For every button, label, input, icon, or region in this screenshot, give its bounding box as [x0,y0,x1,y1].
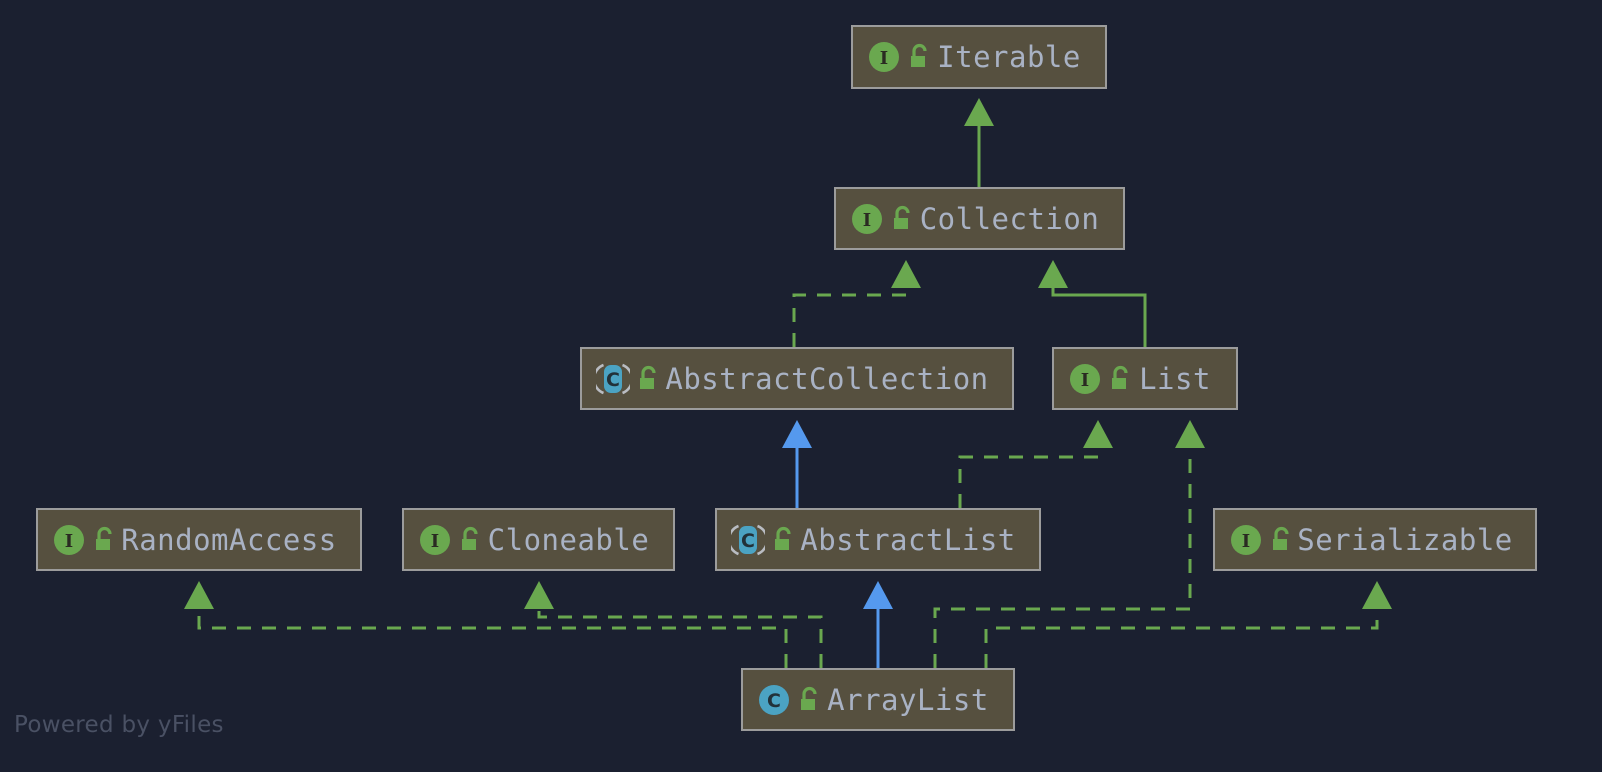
uml-node-label: ArrayList [827,682,989,717]
uml-node-abstractlist[interactable]: C AbstractList [715,508,1041,571]
uml-node-label: Cloneable [487,522,650,557]
edge-arrowhead-arraylist-to-serializable [1362,581,1392,609]
edge-arrowhead-abstractlist-to-abstractcollection [782,420,812,448]
unlocked-padlock-icon [1108,364,1134,394]
edge-line-list-to-collection [1051,288,1147,347]
unlocked-padlock-icon [458,525,484,555]
interface-icon: I [52,523,86,557]
edge-line-arraylist-to-randomaccess [197,609,788,668]
node-icon-group: I [418,523,484,557]
svg-text:C: C [741,530,755,552]
edge-arrowhead-abstractlist-to-list [1083,420,1113,448]
edge-arrowhead-arraylist-to-randomaccess [184,581,214,609]
uml-node-label: Collection [919,201,1100,236]
interface-icon: I [1229,523,1263,557]
edge-line-abstractcollection-to-collection [792,288,908,347]
uml-node-abstractcollection[interactable]: C AbstractCollection [580,347,1014,410]
edge-arrowhead-list-to-collection [1038,260,1068,288]
interface-icon: I [1068,362,1102,396]
class-icon: C [757,683,791,717]
svg-text:I: I [880,48,888,69]
node-icon-group: C [757,683,823,717]
edge-arrowhead-arraylist-to-abstractlist [863,581,893,609]
uml-node-label: Iterable [937,40,1081,74]
unlocked-padlock-icon [1269,525,1295,555]
edge-line-arraylist-to-serializable [984,609,1379,668]
svg-text:I: I [431,531,439,552]
uml-class-diagram: I Iterable I Collection C AbstractCollection I… [0,0,1602,772]
unlocked-padlock-icon [797,685,823,715]
svg-text:C: C [767,690,781,712]
uml-node-cloneable[interactable]: I Cloneable [402,508,675,571]
svg-text:I: I [863,210,871,231]
uml-node-label: AbstractCollection [665,361,989,396]
svg-text:I: I [65,531,73,552]
svg-text:C: C [606,369,620,391]
edge-line-arraylist-to-cloneable [537,609,823,668]
uml-node-randomaccess[interactable]: I RandomAccess [36,508,362,571]
uml-node-list[interactable]: I List [1052,347,1238,410]
uml-node-arraylist[interactable]: C ArrayList [741,668,1015,731]
unlocked-padlock-icon [92,525,118,555]
uml-node-label: List [1139,361,1211,396]
node-icon-group: I [850,202,916,236]
node-icon-group: I [1229,523,1295,557]
node-icon-group: I [1068,362,1134,396]
unlocked-padlock-icon [636,364,662,394]
edge-arrowhead-arraylist-to-cloneable [524,581,554,609]
interface-icon: I [418,523,452,557]
node-icon-group: C [596,362,662,396]
unlocked-padlock-icon [890,204,916,234]
svg-text:I: I [1081,370,1089,391]
edge-line-abstractlist-to-list [958,448,1100,508]
unlocked-padlock-icon [907,42,933,72]
edge-arrowhead-abstractcollection-to-collection [891,260,921,288]
interface-icon: I [867,40,901,74]
uml-node-collection[interactable]: I Collection [834,187,1125,250]
uml-node-label: Serializable [1297,522,1513,557]
svg-text:I: I [1242,531,1250,552]
interface-icon: I [850,202,884,236]
uml-node-serializable[interactable]: I Serializable [1213,508,1537,571]
uml-node-iterable[interactable]: I Iterable [851,25,1107,89]
edge-arrowhead-collection-to-iterable [964,98,994,126]
node-icon-group: I [52,523,118,557]
uml-node-label: AbstractList [800,522,1016,557]
node-icon-group: I [867,40,933,74]
abstract-class-icon: C [731,523,765,557]
node-icon-group: C [731,523,797,557]
abstract-class-icon: C [596,362,630,396]
uml-node-label: RandomAccess [121,522,337,557]
yfiles-watermark: Powered by yFiles [14,712,224,738]
unlocked-padlock-icon [771,525,797,555]
edge-arrowhead-arraylist-to-list [1175,420,1205,448]
